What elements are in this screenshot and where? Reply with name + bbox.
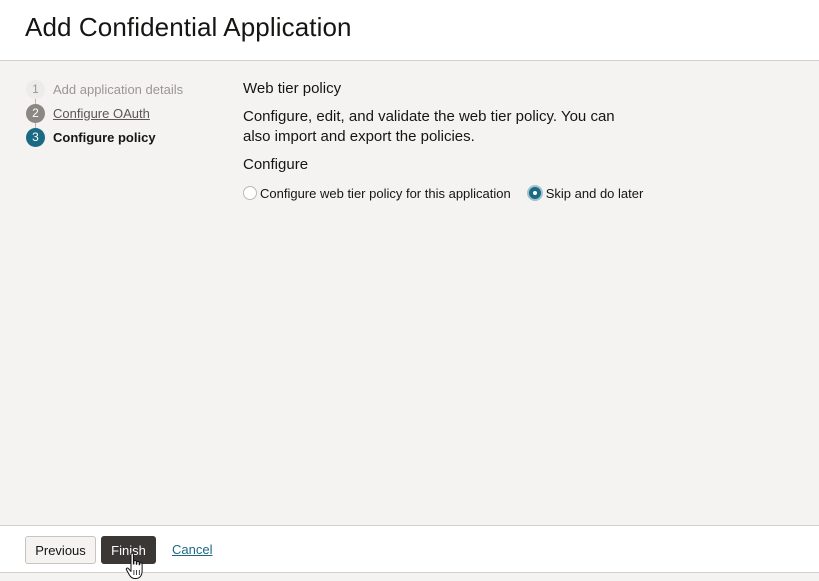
step-number: 3 [26, 127, 45, 147]
step-number: 1 [26, 79, 45, 99]
previous-button[interactable]: Previous [25, 536, 96, 564]
step-configure-oauth[interactable]: 2 Configure OAuth [26, 103, 150, 123]
page-title: Add Confidential Application [25, 12, 352, 42]
step-add-application-details[interactable]: 1 Add application details [26, 79, 183, 99]
page-header: Add Confidential Application [0, 0, 819, 61]
configure-radio-group: Configure web tier policy for this appli… [243, 185, 643, 201]
configure-policy-radio-label[interactable]: Configure web tier policy for this appli… [260, 186, 511, 201]
step-number: 2 [26, 103, 45, 123]
section-description: Configure, edit, and validate the web ti… [243, 108, 615, 145]
section-title: Web tier policy [243, 80, 342, 97]
skip-option: Skip and do later [526, 185, 644, 201]
configure-policy-radio[interactable] [243, 186, 257, 200]
step-configure-policy: 3 Configure policy [26, 127, 156, 147]
step-label[interactable]: Configure OAuth [53, 106, 150, 121]
skip-later-radio-label[interactable]: Skip and do later [546, 186, 644, 201]
step-label: Configure policy [53, 129, 156, 145]
wizard-footer: Previous Finish Cancel [0, 525, 819, 573]
step-label: Add application details [53, 81, 184, 97]
configure-label: Configure [243, 156, 309, 173]
skip-later-radio[interactable] [526, 185, 543, 201]
hand-pointer-icon [125, 552, 143, 579]
cancel-link[interactable]: Cancel [172, 542, 212, 557]
